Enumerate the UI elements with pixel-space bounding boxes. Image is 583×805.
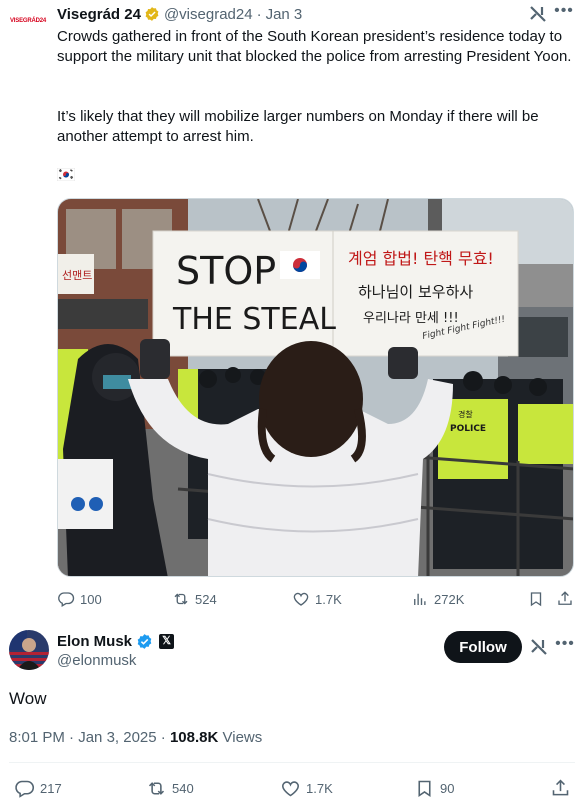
- svg-text:선맨트: 선맨트: [62, 269, 92, 282]
- views-count: 272K: [434, 591, 465, 607]
- main-tweet-text: Wow: [9, 689, 47, 708]
- share-icon: [558, 591, 572, 605]
- repost-count: 540: [172, 780, 194, 796]
- author-name[interactable]: Elon Musk: [57, 633, 132, 650]
- quoted-date[interactable]: Jan 3: [266, 6, 303, 23]
- south-korea-flag-icon: [57, 168, 75, 181]
- share-icon: [552, 779, 569, 795]
- tweet-metadata: 8:01 PM · Jan 3, 2025 · 108.8K Views: [9, 729, 262, 746]
- grok-icon[interactable]: [529, 637, 549, 657]
- reply-button[interactable]: 217: [14, 778, 62, 798]
- sign-korean-line-1: 계엄 합법! 탄핵 무효!: [348, 249, 494, 268]
- police-vest-label: POLICE: [450, 424, 486, 434]
- like-button[interactable]: 1.7K: [292, 589, 342, 609]
- repost-icon: [174, 593, 188, 605]
- heart-icon: [293, 592, 309, 606]
- bookmark-icon: [530, 592, 542, 607]
- reply-count: 217: [40, 780, 62, 796]
- protest-photo-illustration: 선맨트 POLICE 경찰 STOP THE STEAL 계엄 합법! 탄핵 무…: [58, 199, 573, 576]
- quoted-author-handle[interactable]: @visegrad24: [164, 6, 253, 23]
- more-options-icon[interactable]: •••: [554, 636, 576, 654]
- quoted-text-paragraph-1: Crowds gathered in front of the South Ko…: [57, 28, 572, 65]
- like-count: 1.7K: [306, 780, 333, 796]
- elon-musk-avatar[interactable]: [9, 630, 49, 670]
- quoted-text-paragraph-2: It’s likely that they will mobilize larg…: [57, 108, 539, 145]
- meta-separator: ·: [69, 729, 75, 746]
- views-label: Views: [222, 729, 263, 746]
- sign-the-steal-text: THE STEAL: [172, 302, 336, 337]
- tweet-date[interactable]: Jan 3, 2025: [78, 729, 156, 746]
- meta-separator: ·: [160, 729, 166, 746]
- blue-verified-badge-icon: [137, 633, 152, 649]
- share-button[interactable]: [550, 778, 571, 798]
- bookmark-button[interactable]: 90: [414, 778, 454, 798]
- views-count: 108.8K: [169, 729, 219, 746]
- share-button[interactable]: [556, 589, 574, 609]
- analytics-icon: [414, 593, 426, 605]
- bookmark-button[interactable]: [527, 589, 545, 609]
- protest-photo[interactable]: 선맨트 POLICE 경찰 STOP THE STEAL 계엄 합법! 탄핵 무…: [57, 198, 574, 577]
- quoted-tweet-header: Visegrád 24 @visegrad24 · Jan 3: [57, 5, 302, 23]
- views-button[interactable]: 272K: [411, 589, 464, 609]
- reply-icon: [58, 592, 75, 607]
- sign-korean-line-2: 하나님이 보우하사: [358, 283, 473, 301]
- avatar-image: [9, 630, 49, 670]
- bookmark-icon: [418, 780, 431, 797]
- visegrad-avatar[interactable]: VISEGRÁD24: [10, 14, 50, 28]
- follow-button[interactable]: Follow: [444, 631, 522, 663]
- sign-stop-text: STOP: [176, 249, 276, 293]
- like-button[interactable]: 1.7K: [280, 778, 333, 798]
- heart-icon: [281, 780, 300, 796]
- more-options-icon[interactable]: •••: [553, 3, 575, 21]
- quoted-tweet-text: Crowds gathered in front of the South Ko…: [57, 27, 573, 145]
- repost-icon: [148, 781, 165, 795]
- police-vest-korean: 경찰: [458, 409, 473, 419]
- author-handle[interactable]: @elonmusk: [57, 652, 136, 669]
- repost-button[interactable]: 540: [146, 778, 194, 798]
- reply-count: 100: [80, 591, 102, 607]
- grok-icon[interactable]: [528, 4, 548, 24]
- x-affiliation-badge-icon[interactable]: 𝕏: [159, 633, 175, 649]
- bookmark-count: 90: [440, 780, 455, 796]
- reply-button[interactable]: 100: [57, 589, 102, 609]
- main-tweet-actions: 217 540 1.7K 90: [9, 778, 575, 800]
- meta-separator: ·: [256, 5, 262, 23]
- like-count: 1.7K: [315, 591, 342, 607]
- repost-count: 524: [195, 591, 217, 607]
- sign-korean-line-3: 우리나라 만세 !!!: [363, 311, 459, 326]
- quoted-author-name[interactable]: Visegrád 24: [57, 6, 141, 23]
- quoted-tweet-actions: 100 524 1.7K 272K: [57, 589, 575, 609]
- repost-button[interactable]: 524: [172, 589, 217, 609]
- divider: [9, 762, 575, 763]
- reply-icon: [15, 780, 35, 798]
- tweet-time[interactable]: 8:01 PM: [9, 729, 65, 746]
- main-tweet-author: Elon Musk 𝕏: [57, 632, 175, 650]
- gold-verified-badge-icon: [145, 7, 159, 21]
